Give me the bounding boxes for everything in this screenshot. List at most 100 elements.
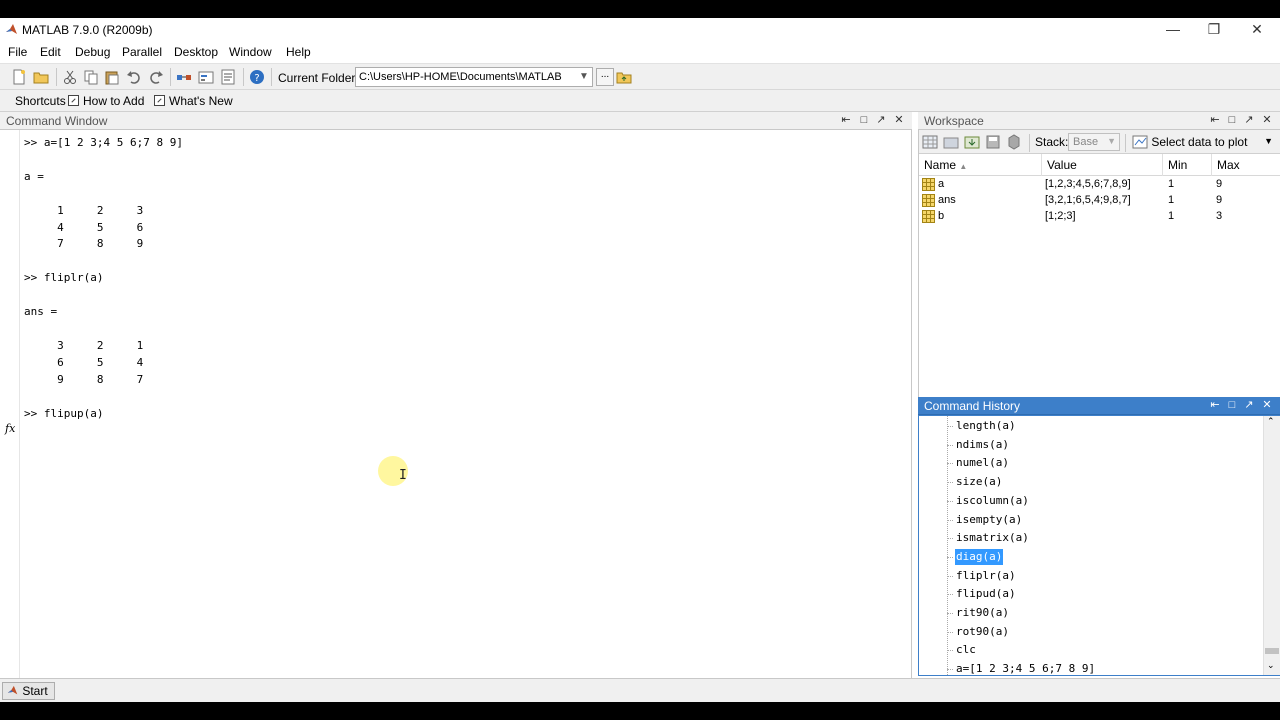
- close-button[interactable]: ✕: [1239, 20, 1275, 40]
- menu-file[interactable]: File: [8, 45, 27, 59]
- column-header-value[interactable]: Value: [1042, 154, 1163, 176]
- history-tree-line: [947, 416, 948, 675]
- command-line: 3 2 1: [24, 338, 144, 352]
- copy-icon[interactable]: [83, 69, 99, 85]
- table-row[interactable]: ans [3,2,1;6,5,4;9,8,7] 1 9: [919, 193, 1280, 209]
- undock-icon[interactable]: ⇤: [839, 114, 853, 128]
- start-button[interactable]: Start: [2, 682, 55, 700]
- history-item[interactable]: rit90(a): [955, 605, 1010, 621]
- folder-dropdown-icon[interactable]: ▼: [576, 68, 592, 86]
- command-line: [24, 186, 183, 203]
- column-header-max[interactable]: Max: [1212, 154, 1280, 176]
- restore-button[interactable]: ❐: [1196, 20, 1232, 40]
- help-icon[interactable]: ?: [249, 69, 265, 85]
- open-variable-icon[interactable]: [943, 134, 959, 150]
- table-row[interactable]: a [1,2,3;4,5,6;7,8,9] 1 9: [919, 177, 1280, 193]
- menu-parallel[interactable]: Parallel: [122, 45, 162, 59]
- maximize-panel-icon[interactable]: □: [857, 114, 871, 128]
- command-line: [24, 152, 183, 169]
- undo-icon[interactable]: [126, 69, 142, 85]
- profiler-icon[interactable]: [220, 69, 236, 85]
- undock-icon[interactable]: ⇤: [1208, 114, 1222, 128]
- history-tree-tick: [947, 594, 953, 596]
- column-header-name[interactable]: Name ▲: [919, 154, 1042, 176]
- function-browser-icon[interactable]: fx: [5, 422, 15, 435]
- plot-icon: [1132, 135, 1148, 149]
- matrix-variable-icon: [922, 194, 935, 207]
- current-folder-input[interactable]: [355, 67, 593, 87]
- history-list: length(a) ndims(a) numel(a) size(a) iscolumn…: [919, 416, 1263, 675]
- shortcut-whats-new[interactable]: What's New: [154, 94, 233, 108]
- pin-icon[interactable]: ↗: [1242, 114, 1256, 128]
- scroll-up-icon[interactable]: ⌃: [1267, 416, 1275, 427]
- history-item[interactable]: isempty(a): [955, 512, 1023, 528]
- workspace-header: Name ▲ Value Min Max: [919, 154, 1280, 176]
- cut-icon[interactable]: [62, 69, 78, 85]
- current-folder-label: Current Folder:: [278, 71, 359, 85]
- column-header-min[interactable]: Min: [1163, 154, 1212, 176]
- workspace-toolbar: Stack: Base ▼ Select data to plot ▼: [919, 130, 1280, 154]
- command-window[interactable]: fx >> a=[1 2 3;4 5 6;7 8 9] a = 1 2 3 4 …: [0, 130, 912, 696]
- scroll-down-icon[interactable]: ⌄: [1267, 660, 1275, 671]
- menu-window[interactable]: Window: [229, 45, 272, 59]
- table-row[interactable]: b [1;2;3] 1 3: [919, 209, 1280, 225]
- history-item[interactable]: size(a): [955, 474, 1003, 490]
- history-item[interactable]: a=[1 2 3;4 5 6;7 8 9]: [955, 661, 1096, 675]
- history-tree-tick: [947, 426, 953, 427]
- minimize-button[interactable]: —: [1155, 20, 1191, 40]
- menu-edit[interactable]: Edit: [40, 45, 61, 59]
- close-panel-icon[interactable]: ✕: [1260, 114, 1274, 128]
- sort-asc-icon: ▲: [959, 162, 968, 171]
- save-workspace-icon[interactable]: [985, 134, 1001, 150]
- command-output[interactable]: >> a=[1 2 3;4 5 6;7 8 9] a = 1 2 3 4 5 6…: [24, 135, 183, 422]
- history-item[interactable]: diag(a): [955, 548, 1004, 565]
- history-item[interactable]: ismatrix(a): [955, 530, 1030, 546]
- undock-icon[interactable]: ⇤: [1208, 399, 1222, 413]
- history-item[interactable]: length(a): [955, 418, 1017, 434]
- history-item[interactable]: fliplr(a): [955, 568, 1017, 584]
- history-item[interactable]: ndims(a): [955, 437, 1010, 453]
- redo-icon[interactable]: [148, 69, 164, 85]
- pin-icon[interactable]: ↗: [874, 114, 888, 128]
- guide-icon[interactable]: [198, 69, 214, 85]
- main-toolbar: ? Current Folder: ▼ ...: [0, 63, 1280, 90]
- menu-help[interactable]: Help: [286, 45, 311, 59]
- import-data-icon[interactable]: [964, 134, 980, 150]
- shortcuts-label[interactable]: Shortcuts: [15, 94, 66, 108]
- history-scrollbar[interactable]: ⌃ ⌄: [1263, 416, 1280, 675]
- history-tree-tick: [947, 631, 953, 633]
- paste-icon[interactable]: [104, 69, 120, 85]
- open-folder-icon[interactable]: [33, 69, 49, 85]
- history-tree-tick: [947, 482, 953, 484]
- maximize-panel-icon[interactable]: □: [1225, 114, 1239, 128]
- simulink-icon[interactable]: [176, 69, 192, 85]
- go-up-folder-icon[interactable]: [616, 69, 632, 85]
- history-item[interactable]: numel(a): [955, 455, 1010, 471]
- menu-desktop[interactable]: Desktop: [174, 45, 218, 59]
- new-file-icon[interactable]: [11, 69, 27, 85]
- history-tree-tick: [947, 650, 953, 652]
- command-line: >> flipup(a): [24, 406, 104, 420]
- matrix-variable-icon: [922, 178, 935, 191]
- shortcut-how-to-add[interactable]: How to Add: [68, 94, 144, 108]
- browse-folder-button[interactable]: ...: [596, 68, 614, 86]
- menu-debug[interactable]: Debug: [75, 45, 110, 59]
- delete-variable-icon[interactable]: [1006, 134, 1022, 150]
- maximize-panel-icon[interactable]: □: [1225, 399, 1239, 413]
- stack-select[interactable]: Base ▼: [1068, 133, 1120, 151]
- close-panel-icon[interactable]: ✕: [892, 114, 906, 128]
- history-item[interactable]: rot90(a): [955, 624, 1010, 640]
- history-tree-tick: [947, 444, 953, 446]
- close-panel-icon[interactable]: ✕: [1260, 399, 1274, 413]
- history-item[interactable]: iscolumn(a): [955, 493, 1030, 509]
- scroll-thumb[interactable]: [1265, 648, 1279, 654]
- pin-icon[interactable]: ↗: [1242, 399, 1256, 413]
- history-item[interactable]: flipud(a): [955, 586, 1017, 602]
- workspace-title: Workspace: [924, 114, 984, 128]
- plot-selector[interactable]: Select data to plot ▼: [1130, 133, 1275, 151]
- command-line: [24, 253, 183, 270]
- command-line: >> fliplr(a): [24, 271, 104, 285]
- window-title: MATLAB 7.9.0 (R2009b): [22, 23, 153, 37]
- new-variable-icon[interactable]: [922, 134, 938, 150]
- history-item[interactable]: clc: [955, 642, 977, 658]
